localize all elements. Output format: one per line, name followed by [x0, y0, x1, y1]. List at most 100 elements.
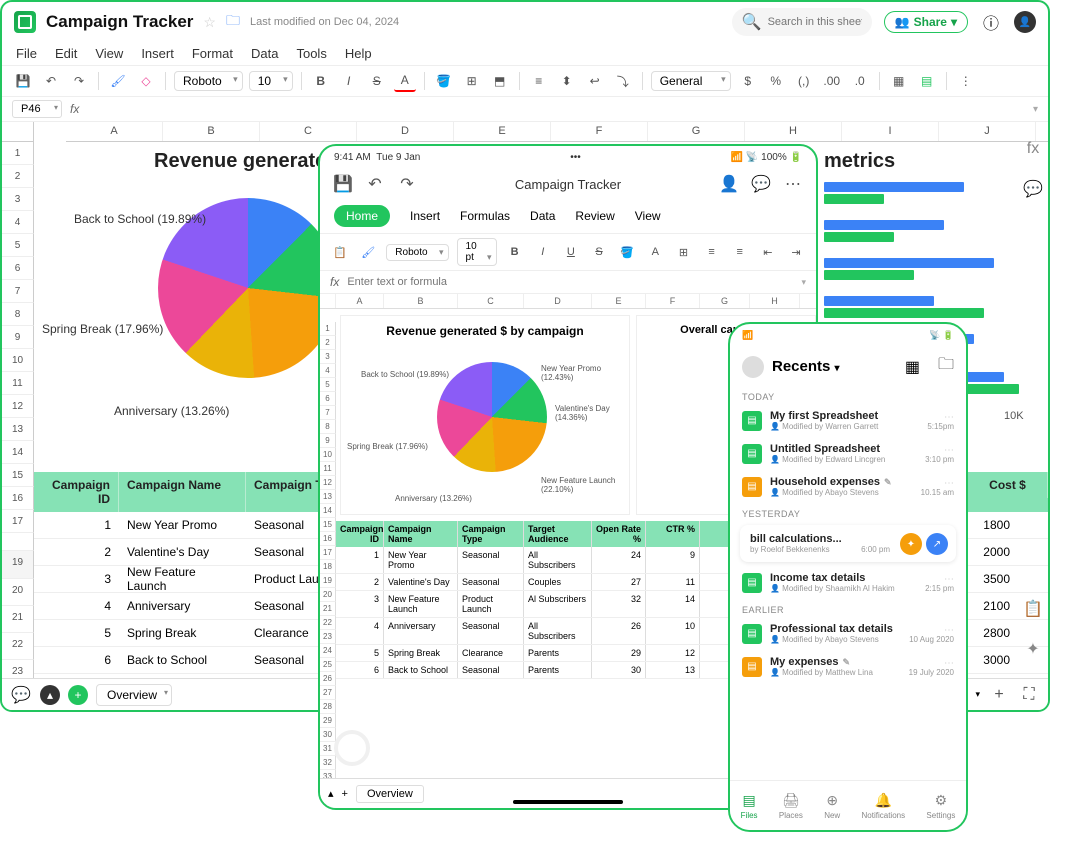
undo-icon[interactable]: ↶ — [40, 70, 62, 92]
person-icon[interactable]: 👤 — [718, 173, 740, 195]
menu-file[interactable]: File — [16, 46, 37, 61]
nav-new[interactable]: ⊕New — [824, 792, 840, 820]
undo-icon[interactable]: ↶ — [364, 173, 386, 195]
file-item[interactable]: ▤ My expenses✎👤 Modified by Matthew Lina… — [730, 650, 966, 683]
tab-view[interactable]: View — [635, 209, 661, 223]
chat-icon[interactable]: 💬 — [10, 684, 32, 706]
help-icon[interactable]: ⓘ — [980, 11, 1002, 33]
font-size-select[interactable]: 10 — [249, 71, 293, 91]
dec-dec-icon[interactable]: .0 — [849, 70, 871, 92]
mobile-avatar[interactable] — [742, 356, 764, 378]
paint-format-icon[interactable]: 🖌 — [107, 70, 129, 92]
col-b[interactable]: B — [163, 122, 260, 141]
tab-home[interactable]: Home — [334, 205, 390, 227]
col-e[interactable]: E — [454, 122, 551, 141]
rotate-icon[interactable]: ⤵ — [612, 70, 634, 92]
menu-view[interactable]: View — [95, 46, 123, 61]
expand-icon[interactable]: ▾ — [1033, 104, 1038, 115]
share-button[interactable]: 👥 Share ▾ — [884, 11, 968, 33]
ai-icon[interactable]: ✦ — [1022, 638, 1044, 660]
share-badge-icon[interactable]: ↗ — [926, 533, 948, 555]
menu-format[interactable]: Format — [192, 46, 233, 61]
nav-places[interactable]: 🖨Places — [779, 792, 803, 820]
wrap-icon[interactable]: ↩ — [584, 70, 606, 92]
bold-icon[interactable]: B — [505, 241, 525, 263]
folder-icon[interactable]: 🗀 — [226, 10, 240, 34]
add-sheet-icon[interactable]: + — [68, 685, 88, 705]
cell-reference[interactable]: P46 — [12, 100, 62, 118]
bold-icon[interactable]: B — [310, 70, 332, 92]
nav-settings[interactable]: ⚙Settings — [926, 792, 955, 820]
borders-icon[interactable]: ⊞ — [461, 70, 483, 92]
parens-icon[interactable]: (,) — [793, 70, 815, 92]
nav-files[interactable]: ▤Files — [741, 792, 758, 820]
col-i[interactable]: I — [842, 122, 939, 141]
paint-icon[interactable]: 🖌 — [358, 241, 378, 263]
search-box[interactable]: 🔍 — [732, 8, 872, 36]
menu-tools[interactable]: Tools — [296, 46, 326, 61]
tab-review[interactable]: Review — [575, 209, 614, 223]
clipboard-icon[interactable]: 📋 — [1022, 598, 1044, 620]
fill-color-icon[interactable]: 🪣 — [433, 70, 455, 92]
file-item[interactable]: ▤ Income tax details👤 Modified by Shaami… — [730, 566, 966, 599]
font-select[interactable]: Roboto — [174, 71, 243, 91]
zoom-dropdown-icon[interactable]: ▾ — [975, 689, 980, 700]
insert-icon[interactable]: ▦ — [888, 70, 910, 92]
strike-icon[interactable]: S — [366, 70, 388, 92]
tablet-font[interactable]: Roboto — [386, 244, 448, 261]
menu-insert[interactable]: Insert — [141, 46, 174, 61]
col-a[interactable]: A — [66, 122, 163, 141]
indent-out-icon[interactable]: ⇤ — [758, 241, 778, 263]
document-title[interactable]: Campaign Tracker — [46, 12, 193, 32]
text-color-icon[interactable]: A — [645, 241, 665, 263]
strike-icon[interactable]: S — [589, 241, 609, 263]
menu-help[interactable]: Help — [345, 46, 372, 61]
save-icon[interactable]: 💾 — [332, 173, 354, 195]
align-icon[interactable]: ≡ — [702, 241, 722, 263]
menu-edit[interactable]: Edit — [55, 46, 77, 61]
align-center-icon[interactable]: ≡ — [730, 241, 750, 263]
merge-icon[interactable]: ⬒ — [489, 70, 511, 92]
cond-format-icon[interactable]: ▤ — [916, 70, 938, 92]
valign-icon[interactable]: ⬍ — [556, 70, 578, 92]
floating-action-button[interactable] — [334, 730, 370, 766]
file-item[interactable]: ▤ My first Spreadsheet👤 Modified by Warr… — [730, 404, 966, 437]
file-item[interactable]: ▤ Household expenses✎👤 Modified by Abayo… — [730, 470, 966, 503]
nav-notifications[interactable]: 🔔Notifications — [862, 792, 906, 820]
file-item[interactable]: ▤ Untitled Spreadsheet👤 Modified by Edwa… — [730, 437, 966, 470]
grid-view-icon[interactable]: ▦ — [905, 357, 920, 377]
redo-icon[interactable]: ↷ — [396, 173, 418, 195]
tab-data[interactable]: Data — [530, 209, 555, 223]
fill-icon[interactable]: 🪣 — [617, 241, 637, 263]
sheets-list-icon[interactable]: ▴ — [328, 787, 334, 800]
indent-in-icon[interactable]: ⇥ — [786, 241, 806, 263]
border-icon[interactable]: ⊞ — [673, 241, 693, 263]
add-sheet-icon[interactable]: + — [342, 788, 348, 800]
comments-panel-icon[interactable]: 💬 — [1022, 178, 1044, 200]
copy-icon[interactable]: 📋 — [330, 241, 350, 263]
menu-data[interactable]: Data — [251, 46, 278, 61]
currency-icon[interactable]: $ — [737, 70, 759, 92]
align-left-icon[interactable]: ≡ — [528, 70, 550, 92]
star-badge-icon[interactable]: ✦ — [900, 533, 922, 555]
italic-icon[interactable]: I — [338, 70, 360, 92]
tab-formulas[interactable]: Formulas — [460, 209, 510, 223]
fullscreen-icon[interactable]: ⛶ — [1018, 684, 1040, 706]
comment-icon[interactable]: 💬 — [750, 173, 772, 195]
file-card-bill[interactable]: bill calculations... by Roelof Bekkenenk… — [740, 525, 956, 562]
sheets-list-icon[interactable]: ▴ — [40, 685, 60, 705]
tablet-size[interactable]: 10 pt — [457, 238, 497, 266]
folder-icon[interactable]: 🗀 — [938, 353, 954, 380]
percent-icon[interactable]: % — [765, 70, 787, 92]
italic-icon[interactable]: I — [533, 241, 553, 263]
tablet-formula-input[interactable] — [347, 276, 793, 288]
number-format-select[interactable]: General — [651, 71, 731, 91]
save-icon[interactable]: 💾 — [12, 70, 34, 92]
zoom-in-icon[interactable]: + — [988, 684, 1010, 706]
text-color-icon[interactable]: A — [394, 70, 416, 92]
search-input[interactable] — [768, 16, 862, 28]
user-avatar[interactable]: 👤 — [1014, 11, 1036, 33]
file-item[interactable]: ▤ Professional tax details👤 Modified by … — [730, 617, 966, 650]
redo-icon[interactable]: ↷ — [68, 70, 90, 92]
col-f[interactable]: F — [551, 122, 648, 141]
